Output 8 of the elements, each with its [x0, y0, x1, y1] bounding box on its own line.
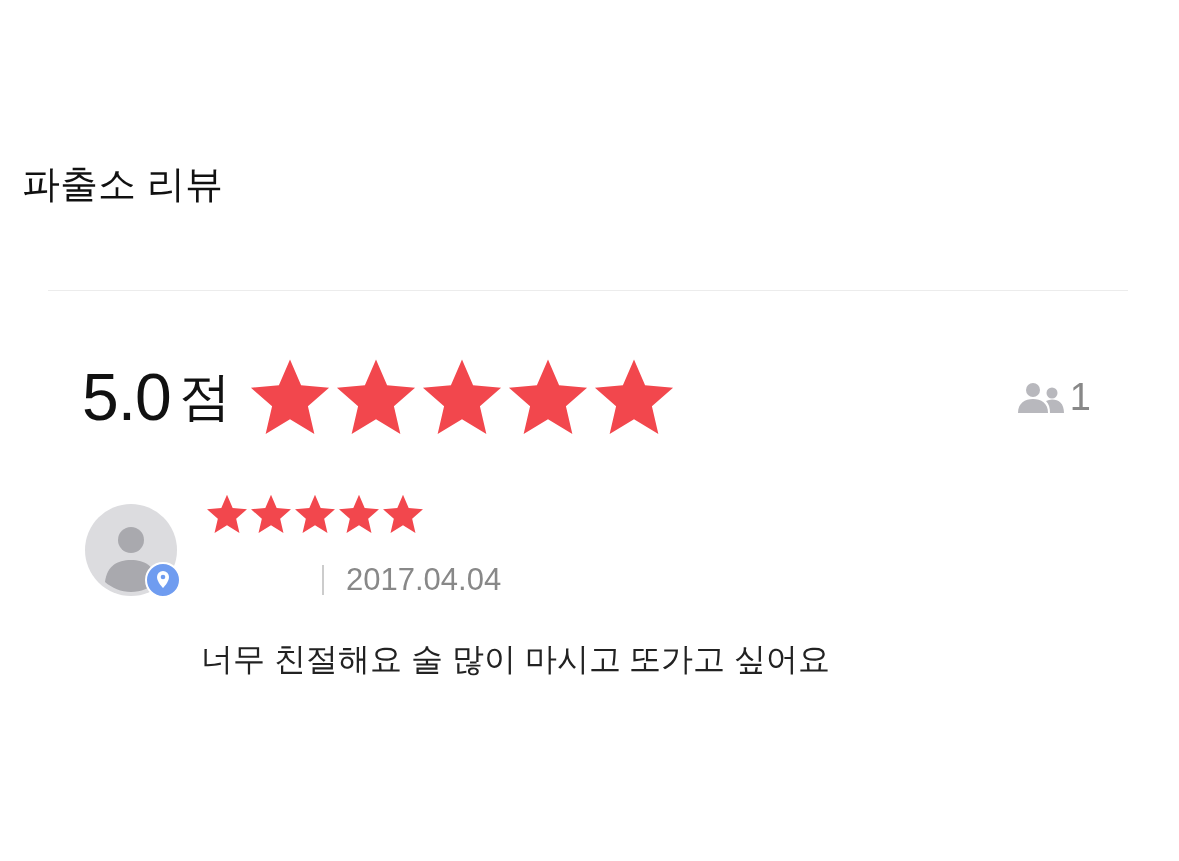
score-unit: 점: [178, 366, 231, 427]
review-date: 2017.04.04: [346, 562, 502, 598]
people-icon: [1015, 381, 1066, 413]
reviewer-count: 1: [1069, 375, 1091, 419]
location-pin-icon: [145, 562, 181, 598]
page-title: 파출소 리뷰: [22, 162, 224, 207]
review-text: 너무 친절해요 술 많이 마시고 또가고 싶어요: [201, 640, 831, 679]
average-score: 5.0: [82, 359, 171, 435]
